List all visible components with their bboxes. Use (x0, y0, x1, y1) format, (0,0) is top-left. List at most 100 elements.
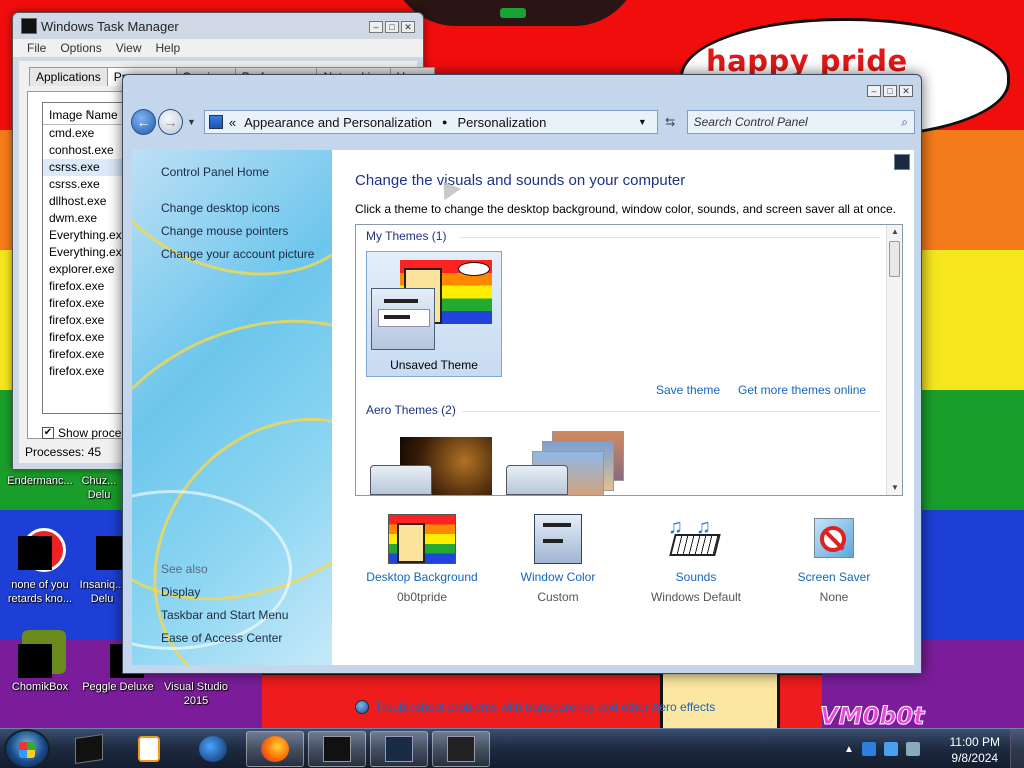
clock-date: 9/8/2024 (951, 751, 999, 765)
status-process-count: Processes: 45 (25, 445, 102, 459)
show-desktop-button[interactable] (1010, 729, 1024, 768)
search-icon[interactable]: ⌕ (901, 115, 908, 130)
troubleshoot-icon (355, 700, 369, 714)
desktop-icon-label: Chuz... Delu (81, 475, 117, 501)
desktop-icon-chuz[interactable]: Chuz... Delu (74, 474, 124, 502)
theme-gallery[interactable]: My Themes (1) Unsaved Theme Save theme G… (355, 224, 903, 496)
breadcrumb-overflow[interactable]: « (229, 115, 236, 130)
personalization-window[interactable]: – □ ✕ ← → ▼ « Appearance and Personaliza… (122, 74, 922, 714)
screen-saver-value: None (819, 590, 849, 604)
taskbar-window-3[interactable] (432, 731, 490, 767)
scroll-up-icon[interactable]: ▲ (887, 225, 902, 239)
address-dropdown-icon[interactable]: ▼ (628, 117, 657, 127)
taskbar-firefox[interactable] (246, 731, 304, 767)
desktop-background-option[interactable]: Desktop Background 0b0tpride (352, 514, 492, 604)
taskbar-clock[interactable]: 11:00 PM 9/8/2024 (950, 734, 1000, 766)
taskbar: ▲ 11:00 PM 9/8/2024 (0, 728, 1024, 768)
sounds-value: Windows Default (650, 590, 742, 604)
taskbar-globe[interactable] (184, 731, 242, 767)
control-panel-icon (208, 115, 223, 129)
breadcrumb-separator-icon[interactable]: ● (442, 117, 447, 127)
close-icon[interactable]: ✕ (899, 85, 913, 97)
chomikbox-icon (16, 630, 66, 678)
link-taskbar-start-menu[interactable]: Taskbar and Start Menu (161, 608, 288, 622)
show-hidden-icons-icon[interactable]: ▲ (844, 744, 854, 755)
taskbar-window-1[interactable] (308, 731, 366, 767)
recent-pages-dropdown[interactable]: ▼ (187, 117, 196, 127)
save-theme-link[interactable]: Save theme (656, 383, 720, 397)
maximize-icon[interactable]: □ (385, 21, 399, 33)
menu-view[interactable]: View (116, 41, 142, 55)
desktop-icon-none-of-you[interactable]: none of you retards kno... (0, 528, 80, 606)
screen-saver-option[interactable]: Screen Saver None (764, 514, 904, 604)
menu-file[interactable]: File (27, 41, 46, 55)
screen-saver-label[interactable]: Screen Saver (764, 570, 904, 584)
forward-button[interactable]: → (157, 109, 183, 135)
tray-icon-display[interactable] (883, 742, 898, 756)
help-icon[interactable] (894, 154, 910, 170)
troubleshoot-label: Troubleshoot problems with transparency … (375, 700, 716, 714)
desktop-icon-label: Endermanc... (7, 475, 73, 487)
desktop-icon-chomikbox[interactable]: ChomikBox (0, 630, 80, 694)
search-input[interactable]: Search Control Panel ⌕ (686, 110, 915, 134)
minimize-icon[interactable]: – (867, 85, 881, 97)
menu-help[interactable]: Help (156, 41, 181, 55)
tray-icon-network[interactable] (861, 742, 876, 756)
get-more-themes-link[interactable]: Get more themes online (738, 383, 866, 397)
sounds-label[interactable]: Sounds (626, 570, 766, 584)
link-change-mouse-pointers[interactable]: Change mouse pointers (161, 224, 288, 238)
refresh-icon[interactable]: ⇆ (658, 115, 683, 129)
aero-themes-header: Aero Themes (2) (366, 403, 456, 417)
desktop-icon-visual-studio[interactable]: Visual Studio 2015 (156, 680, 236, 708)
task-manager-menubar: File Options View Help (13, 39, 423, 57)
app-icon (82, 528, 130, 576)
scroll-down-icon[interactable]: ▼ (887, 481, 902, 495)
window-color-label[interactable]: Window Color (488, 570, 628, 584)
task-manager-titlebar[interactable]: Windows Task Manager (13, 13, 423, 39)
vertical-scrollbar[interactable]: ▲ ▼ (886, 225, 902, 495)
theme-unsaved[interactable]: Unsaved Theme (366, 251, 502, 377)
back-button[interactable]: ← (131, 109, 156, 135)
breadcrumb-appearance[interactable]: Appearance and Personalization (244, 115, 432, 130)
media-player-icon (138, 736, 160, 762)
window-color-option[interactable]: Window Color Custom (488, 514, 628, 604)
link-change-account-picture[interactable]: Change your account picture (161, 247, 314, 261)
sounds-option[interactable]: ♫ ♫ Sounds Windows Default (626, 514, 766, 604)
show-processes-checkbox[interactable]: ✔ Show process (42, 426, 133, 440)
window-color-icon (534, 514, 582, 564)
troubleshoot-link[interactable]: Troubleshoot problems with transparency … (355, 700, 715, 714)
column-header-label: Image Name (49, 108, 118, 122)
close-icon[interactable]: ✕ (401, 21, 415, 33)
link-change-desktop-icons[interactable]: Change desktop icons (161, 201, 280, 215)
tray-icon-volume[interactable] (905, 742, 920, 756)
tab-applications[interactable]: Applications (29, 67, 108, 86)
link-ease-of-access[interactable]: Ease of Access Center (161, 631, 282, 645)
address-bar[interactable]: « Appearance and Personalization ● Perso… (203, 110, 658, 134)
menu-options[interactable]: Options (60, 41, 101, 55)
taskbar-terminal[interactable] (60, 731, 118, 767)
link-control-panel-home[interactable]: Control Panel Home (161, 165, 269, 179)
minimize-icon[interactable]: – (369, 21, 383, 33)
desktop-icon-insaniq[interactable]: Insaniq... Delu (78, 528, 130, 606)
task-manager-title: Windows Task Manager (41, 18, 179, 34)
clock-time: 11:00 PM (949, 735, 1000, 749)
taskbar-media-player[interactable] (120, 731, 178, 767)
page-description: Click a theme to change the desktop back… (355, 202, 896, 216)
desktop-background-icon (388, 514, 456, 564)
desktop-icon-label: none of you retards kno... (7, 579, 73, 605)
window-color-value: Custom (537, 590, 579, 604)
scrollbar-thumb[interactable] (889, 241, 900, 277)
link-display[interactable]: Display (161, 585, 200, 599)
sort-ascending-icon: ▲ (85, 107, 93, 116)
desktop-icon-endermanc[interactable]: Endermanc... (0, 474, 80, 488)
start-button[interactable] (4, 729, 50, 768)
task-manager-icon (21, 18, 37, 34)
maximize-icon[interactable]: □ (883, 85, 897, 97)
desktop-icon-label: Peggle Deluxe (82, 681, 154, 693)
desktop-background-value: 0b0tpride (396, 590, 448, 604)
desktop-background-label[interactable]: Desktop Background (352, 570, 492, 584)
taskbar-window-2[interactable] (370, 731, 428, 767)
breadcrumb-personalization[interactable]: Personalization (457, 115, 546, 130)
window-color-preview (370, 465, 432, 495)
task-pane: Control Panel Home Change desktop icons … (132, 150, 332, 665)
